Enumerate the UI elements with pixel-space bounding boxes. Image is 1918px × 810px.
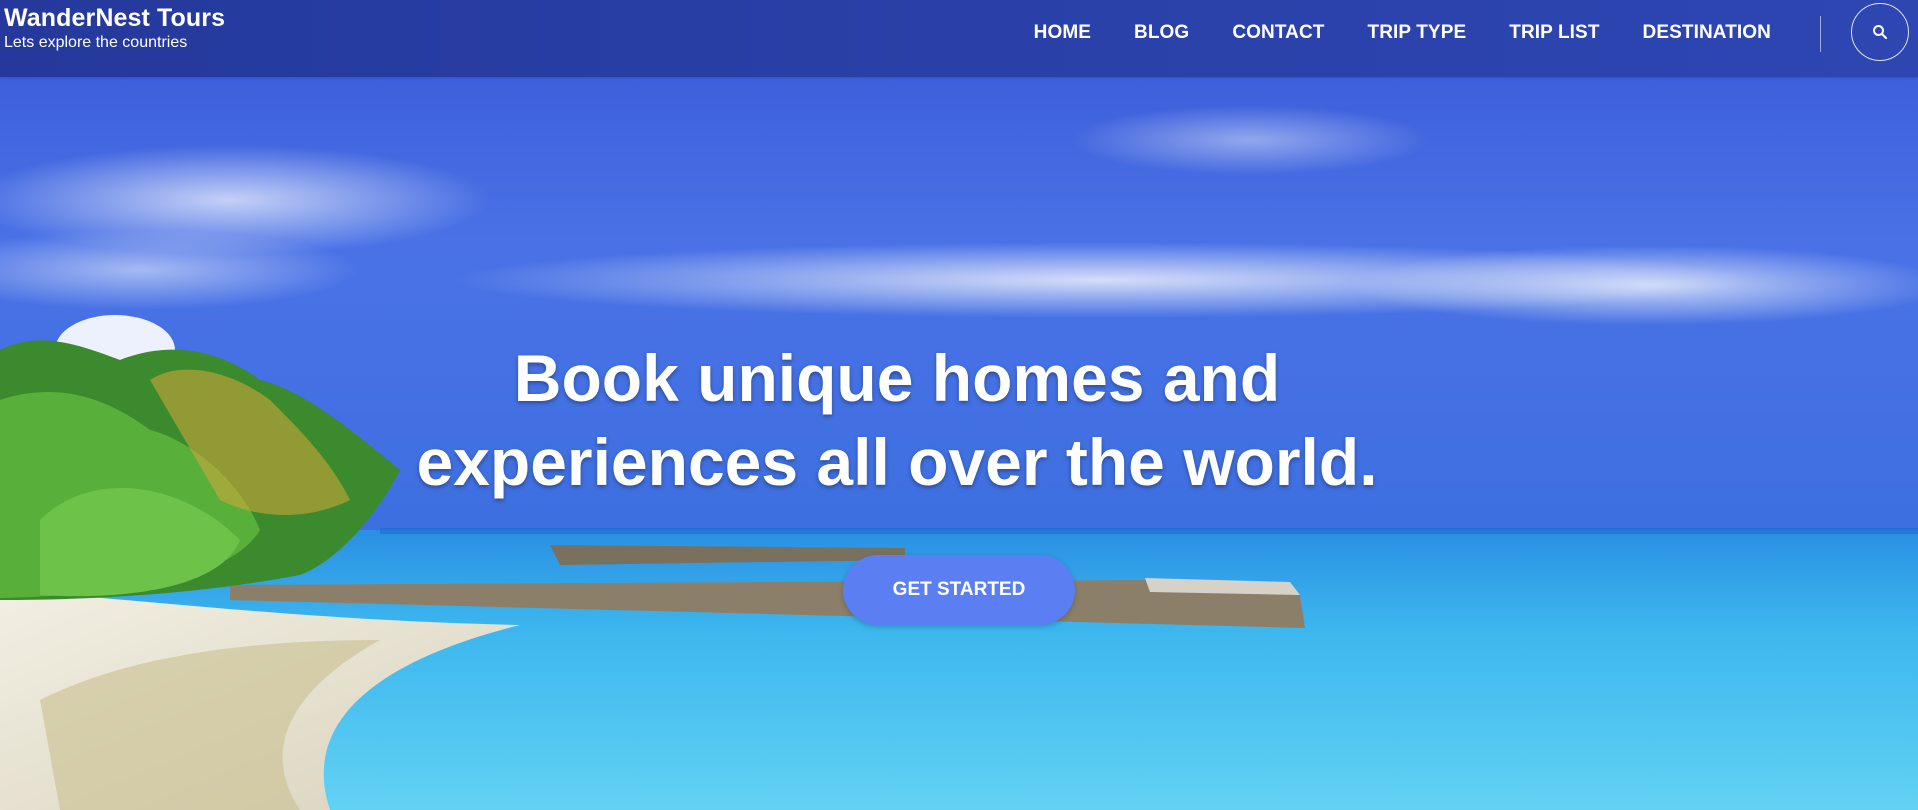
main-nav: HOME BLOG CONTACT TRIP TYPE TRIP LIST DE… bbox=[991, 0, 1771, 66]
get-started-button[interactable]: GET STARTED bbox=[843, 555, 1075, 625]
hero-heading: Book unique homes and experiences all ov… bbox=[0, 336, 1918, 504]
nav-item-trip-list[interactable]: TRIP LIST bbox=[1509, 22, 1599, 44]
nav-item-contact[interactable]: CONTACT bbox=[1232, 22, 1324, 44]
site-tagline: Lets explore the countries bbox=[4, 34, 188, 51]
nav-divider bbox=[1820, 16, 1821, 52]
nav-item-trip-type[interactable]: TRIP TYPE bbox=[1368, 22, 1467, 44]
page: WanderNest Tours Lets explore the countr… bbox=[0, 0, 1918, 810]
search-icon bbox=[1873, 25, 1888, 40]
nav-item-home[interactable]: HOME bbox=[1034, 22, 1091, 44]
brand[interactable]: WanderNest Tours Lets explore the countr… bbox=[4, 4, 225, 52]
site-title[interactable]: WanderNest Tours bbox=[4, 4, 225, 32]
hero-heading-line-2: experiences all over the world. bbox=[416, 425, 1378, 499]
nav-item-destination[interactable]: DESTINATION bbox=[1643, 22, 1771, 44]
site-header: WanderNest Tours Lets explore the countr… bbox=[0, 0, 1918, 77]
hero-heading-line-1: Book unique homes and bbox=[513, 341, 1281, 415]
search-button[interactable] bbox=[1851, 3, 1909, 61]
nav-item-blog[interactable]: BLOG bbox=[1134, 22, 1189, 44]
